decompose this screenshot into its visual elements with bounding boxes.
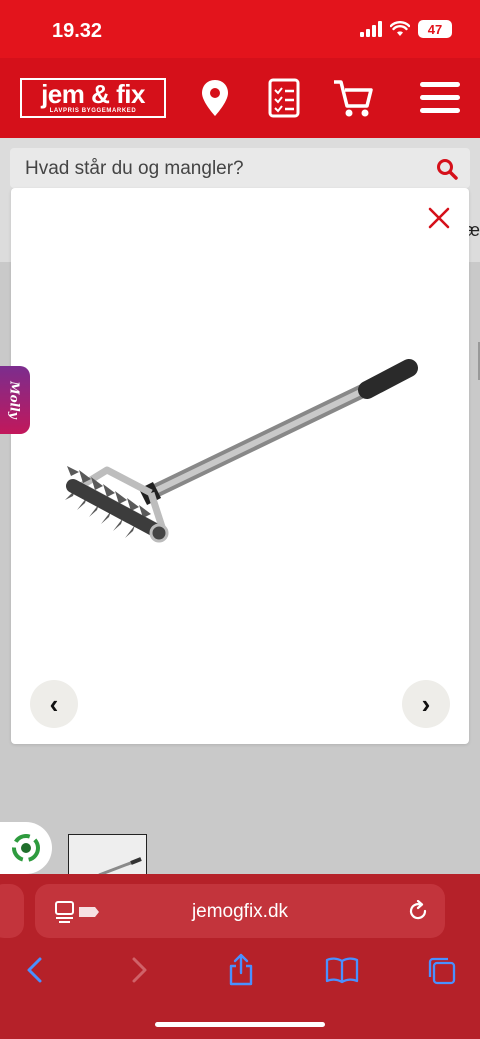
logo[interactable]: jem & fix LAVPRIS BYGGEMARKED: [20, 78, 166, 118]
back-icon[interactable]: [24, 956, 46, 984]
eco-badge[interactable]: [0, 822, 52, 874]
search-placeholder: Hvad står du og mangler?: [25, 158, 244, 179]
thumbnail-image: [98, 857, 142, 875]
battery-level: 47: [427, 21, 443, 37]
status-time: 19.32: [52, 20, 103, 42]
share-icon[interactable]: [228, 952, 254, 986]
molly-label: Molly: [8, 381, 23, 419]
cart-icon[interactable]: [332, 78, 374, 118]
forward-icon: [132, 957, 147, 983]
menu-icon[interactable]: [420, 80, 460, 116]
checklist-icon[interactable]: [268, 78, 300, 118]
status-icons: 47: [360, 20, 452, 38]
product-image: [65, 359, 418, 543]
wifi-icon: [390, 21, 410, 36]
reload-icon[interactable]: [407, 900, 429, 922]
location-pin-icon[interactable]: [200, 78, 230, 118]
recycle-icon: [12, 834, 40, 862]
home-indicator[interactable]: [155, 1022, 325, 1027]
tabs-icon[interactable]: [427, 956, 457, 986]
battery-icon: 47: [418, 20, 452, 38]
site-header: jem & fix LAVPRIS BYGGEMARKED: [0, 58, 480, 138]
browser-toolbar: jemogfix.dk: [0, 874, 480, 1039]
gallery-next-button[interactable]: ›: [402, 680, 450, 728]
gallery-thumbnail[interactable]: [68, 834, 147, 876]
molly-chat-tab[interactable]: Molly: [0, 366, 30, 434]
bookmarks-icon[interactable]: [325, 956, 359, 984]
url-text: jemogfix.dk: [191, 901, 289, 922]
status-bar: 19.32 47: [0, 0, 480, 58]
search-input[interactable]: Hvad står du og mangler?: [10, 148, 470, 188]
logo-text: jem & fix: [41, 79, 145, 109]
previous-tab-edge[interactable]: [0, 884, 24, 938]
gallery-prev-button[interactable]: ‹: [30, 680, 78, 728]
signal-icon: [360, 21, 382, 37]
address-bar[interactable]: jemogfix.dk: [35, 884, 445, 938]
image-modal: ‹ ›: [11, 188, 469, 744]
search-icon[interactable]: [436, 158, 458, 180]
close-icon[interactable]: [427, 206, 451, 230]
